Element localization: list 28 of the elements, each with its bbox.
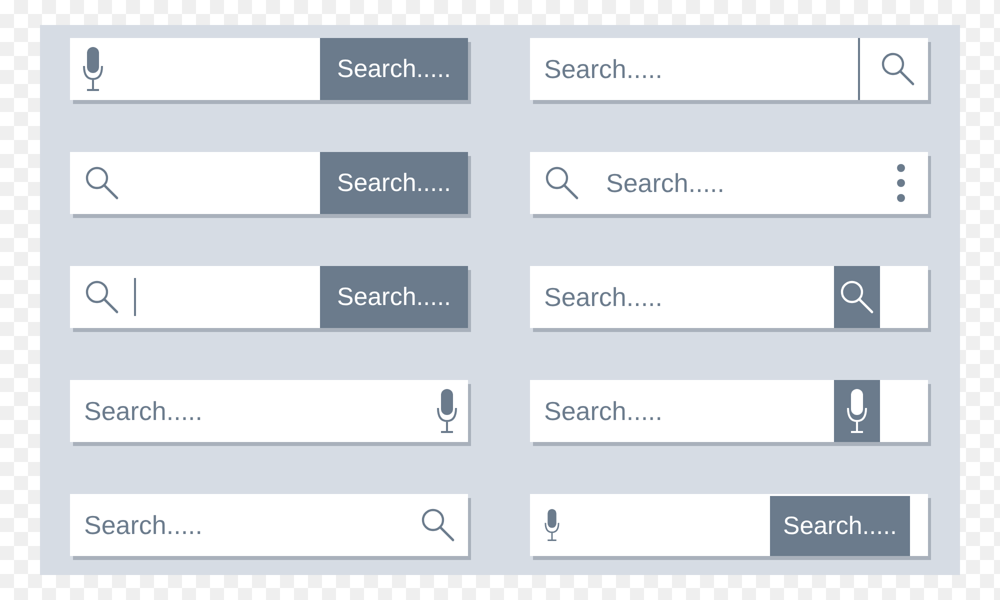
search-field[interactable]: Search..... xyxy=(530,494,928,556)
search-field[interactable]: Search..... xyxy=(70,391,424,431)
search-field[interactable]: Search..... xyxy=(70,505,406,545)
more-options-icon[interactable] xyxy=(896,163,906,203)
search-button[interactable] xyxy=(834,266,880,328)
search-field[interactable]: Search..... xyxy=(592,163,896,203)
search-field[interactable]: Search..... xyxy=(530,49,858,89)
search-field[interactable]: Search..... xyxy=(530,266,928,328)
search-field[interactable]: Search..... xyxy=(70,38,468,100)
search-field[interactable]: Search..... xyxy=(530,152,928,214)
search-button[interactable]: Search..... xyxy=(320,152,468,214)
microphone-icon[interactable] xyxy=(82,46,104,92)
search-field[interactable]: Search..... xyxy=(530,38,928,100)
search-field[interactable]: Search..... xyxy=(70,380,468,442)
search-field[interactable]: Search..... xyxy=(70,494,468,556)
search-button[interactable]: Search..... xyxy=(320,266,468,328)
microphone-button[interactable] xyxy=(834,380,880,442)
search-field[interactable]: Search..... xyxy=(70,266,468,328)
search-field[interactable]: Search..... xyxy=(70,152,468,214)
text-cursor xyxy=(134,278,136,316)
microphone-icon[interactable] xyxy=(846,388,868,434)
search-field[interactable]: Search..... xyxy=(530,380,928,442)
search-button[interactable]: Search..... xyxy=(770,496,910,556)
microphone-icon[interactable] xyxy=(544,508,560,542)
search-field[interactable]: Search..... xyxy=(530,277,834,317)
search-button[interactable]: Search..... xyxy=(320,38,468,100)
microphone-icon[interactable] xyxy=(436,388,458,434)
search-field[interactable]: Search..... xyxy=(530,391,834,431)
